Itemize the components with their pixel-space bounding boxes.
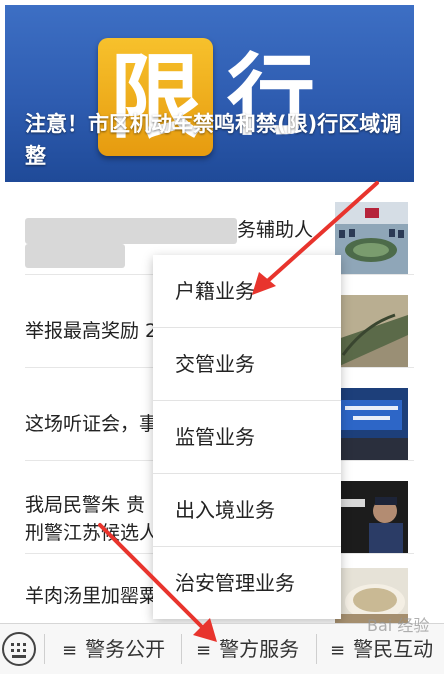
menu-icon: ≡ xyxy=(196,640,212,661)
service-menu: 户籍业务 交管业务 监管业务 出入境业务 治安管理业务 xyxy=(153,255,341,619)
menu-item-supervision[interactable]: 监管业务 xyxy=(153,401,341,474)
menu-item-traffic[interactable]: 交管业务 xyxy=(153,328,341,401)
hero-title[interactable]: 注意！市区机动车禁鸣和禁(限)行区域调整 xyxy=(25,108,411,172)
keyboard-icon[interactable] xyxy=(2,632,36,666)
meeting-room-photo-icon xyxy=(335,202,408,275)
divider xyxy=(316,634,317,664)
tab-label: 警务公开 xyxy=(85,637,166,661)
menu-item-label: 治安管理业务 xyxy=(175,571,295,595)
menu-item-exit-entry[interactable]: 出入境业务 xyxy=(153,474,341,547)
menu-item-public-security[interactable]: 治安管理业务 xyxy=(153,547,341,620)
tab-police-services[interactable]: ≡ 警方服务 xyxy=(196,624,299,674)
blurred-text xyxy=(25,218,237,244)
river-bank-photo-icon xyxy=(335,295,408,368)
police-officer-photo-icon xyxy=(335,481,408,554)
phone-frame: 限 行 注意！市区机动车禁鸣和禁(限)行区域调整 务辅助人 举报最高奖励 2 这… xyxy=(5,5,414,673)
blurred-text xyxy=(25,244,125,268)
hero-banner[interactable]: 限 行 注意！市区机动车禁鸣和禁(限)行区域调整 xyxy=(5,5,414,182)
tab-label: 警民互动 xyxy=(353,637,434,661)
menu-item-label: 交管业务 xyxy=(175,352,255,376)
menu-icon: ≡ xyxy=(330,640,346,661)
menu-item-label: 户籍业务 xyxy=(175,279,255,303)
menu-item-household[interactable]: 户籍业务 xyxy=(153,255,341,328)
tab-police-affairs[interactable]: ≡ 警务公开 xyxy=(62,624,165,674)
menu-item-label: 监管业务 xyxy=(175,425,255,449)
watermark: Bai 经验 xyxy=(367,616,430,635)
divider xyxy=(44,634,45,664)
divider xyxy=(181,634,182,664)
list-item-title: 务辅助人 xyxy=(237,219,314,241)
tab-label: 警方服务 xyxy=(219,637,300,661)
conference-screen-photo-icon xyxy=(335,388,408,461)
menu-item-label: 出入境业务 xyxy=(175,498,275,522)
menu-icon: ≡ xyxy=(62,640,78,661)
